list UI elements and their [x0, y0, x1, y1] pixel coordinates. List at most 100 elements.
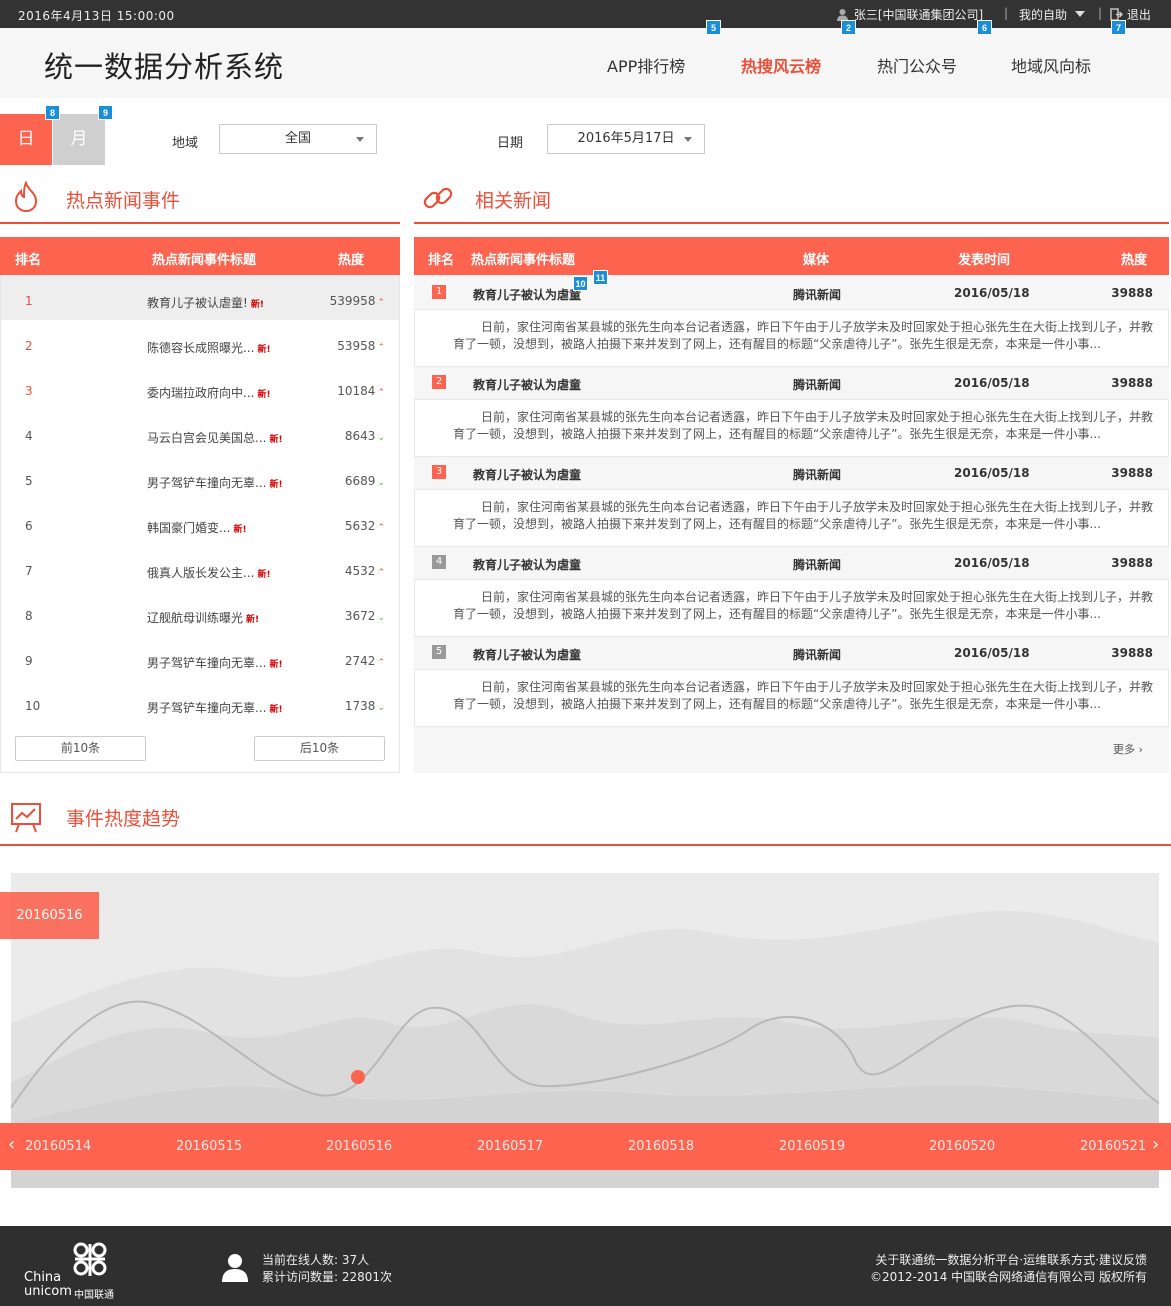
table-row[interactable]: 2 陈德容长成照曝光... 新! 53958 ⌃	[1, 320, 399, 365]
news-media: 腾讯新闻	[793, 558, 842, 572]
timeline-prev-button[interactable]: ‹	[8, 1134, 15, 1155]
title-cell[interactable]: 韩国豪门婚变... 新!	[147, 519, 247, 536]
timeline-date[interactable]: 20160514	[25, 1139, 91, 1154]
divider: |	[1098, 6, 1103, 20]
footer-link-list[interactable]: 关于联通统一数据分析平台·运维联系方式·建议反馈	[870, 1252, 1147, 1269]
app-title: 统一数据分析系统	[44, 50, 285, 84]
title-cell[interactable]: 辽舰航母训练曝光 新!	[147, 609, 259, 626]
help-label: 我的自助	[1019, 8, 1068, 22]
hot-events-table-header: 排名 热点新闻事件标题 热度	[0, 237, 400, 275]
date-value: 2016年5月17日	[577, 131, 675, 146]
news-row[interactable]: 4 教育儿子被认为虐童 腾讯新闻 2016/05/18 39888 日前，家住河南省某县城…	[414, 545, 1169, 637]
user-menu[interactable]: 张三[中国联通集团公司]	[836, 6, 983, 24]
table-row[interactable]: 10 男子驾铲车撞向无辜... 新! 1738 ⌄	[1, 680, 399, 725]
header: 统一数据分析系统 APP排行榜 热搜风云榜 热门公众号 地域风向标	[0, 28, 1171, 98]
timeline-date[interactable]: 20160518	[628, 1139, 694, 1154]
title-cell[interactable]: 男子驾铲车撞向无辜... 新!	[147, 699, 283, 716]
annotation-badge: 5	[706, 20, 721, 35]
user-name: 张三[中国联通集团公司]	[853, 8, 984, 22]
news-row[interactable]: 5 教育儿子被认为虐童 腾讯新闻 2016/05/18 39888 日前，家住河南省某县城…	[414, 635, 1169, 727]
logo-text-en: unicom	[24, 1284, 72, 1299]
title-text: 男子驾铲车撞向无辜...	[147, 476, 267, 490]
hot-events-title: 热点新闻事件	[66, 190, 181, 212]
title-cell[interactable]: 男子驾铲车撞向无辜... 新!	[147, 654, 283, 671]
tab-month[interactable]: 月	[53, 114, 105, 165]
unicom-logo: China unicom 中国联通	[22, 1238, 132, 1301]
timeline-date[interactable]: 20160516	[326, 1139, 392, 1154]
table-row[interactable]: 7 俄真人版长发公主... 新! 4532 ⌃	[1, 545, 399, 590]
title-cell[interactable]: 委内瑞拉政府向中... 新!	[147, 384, 271, 401]
news-heat: 39888	[1111, 646, 1153, 660]
table-row[interactable]: 6 韩国豪门婚变... 新! 5632 ⌃	[1, 500, 399, 545]
selected-point[interactable]	[351, 1070, 365, 1084]
tab-day[interactable]: 日	[0, 114, 52, 165]
logo-text-en: China	[24, 1270, 62, 1285]
title-cell[interactable]: 教育儿子被认虐童! 新!	[147, 294, 264, 311]
footer: China unicom 中国联通 当前在线人数: 37人 累计访问数量: 22…	[0, 1226, 1171, 1306]
table-row[interactable]: 5 男子驾铲车撞向无辜... 新! 6689 ⌄	[1, 455, 399, 500]
trend-down-icon: ⌄	[377, 478, 385, 488]
news-title[interactable]: 教育儿子被认为虐童	[473, 466, 581, 483]
region-select[interactable]: 全国	[219, 124, 377, 154]
nav-region-trend[interactable]: 地域风向标	[1011, 53, 1091, 77]
nav-hot-accounts[interactable]: 热门公众号	[877, 53, 957, 77]
table-row[interactable]: 3 委内瑞拉政府向中... 新! 10184 ⌃	[1, 365, 399, 410]
trend-up-icon: ⌃	[377, 523, 385, 533]
region-value: 全国	[284, 131, 311, 146]
related-news-table: 1 教育儿子被认为虐童 腾讯新闻 2016/05/18 39888 日前，家住河南省某县城…	[414, 275, 1169, 773]
nav-app-ranking[interactable]: APP排行榜	[607, 53, 685, 77]
table-row[interactable]: 1 教育儿子被认虐童! 新! 539958 ⌃	[1, 275, 399, 320]
nav-hot-search[interactable]: 热搜风云榜	[741, 53, 821, 77]
timeline-date[interactable]: 20160515	[176, 1139, 242, 1154]
news-title[interactable]: 教育儿子被认为虐童	[473, 646, 581, 663]
new-tag: 新!	[269, 660, 283, 670]
help-menu[interactable]: 我的自助	[1019, 6, 1085, 23]
heat-cell: 3672 ⌄	[345, 609, 385, 623]
fire-icon	[12, 180, 40, 216]
title-text: 俄真人版长发公主...	[147, 566, 255, 580]
rank-badge: 2	[432, 375, 446, 389]
title-cell[interactable]: 俄真人版长发公主... 新!	[147, 564, 271, 581]
table-row[interactable]: 9 男子驾铲车撞向无辜... 新! 2742 ⌃	[1, 635, 399, 680]
news-title[interactable]: 教育儿子被认为虐童	[473, 286, 581, 303]
timeline-date[interactable]: 20160520	[929, 1139, 995, 1154]
heat-cell: 4532 ⌃	[345, 564, 385, 578]
rank-badge: 3	[432, 465, 446, 479]
title-text: 韩国豪门婚变...	[147, 521, 231, 535]
more-link[interactable]: 更多 ›	[1113, 741, 1143, 757]
news-row[interactable]: 2 教育儿子被认为虐童 腾讯新闻 2016/05/18 39888 日前，家住河南省某县城…	[414, 365, 1169, 457]
annotation-badge: 11	[593, 270, 608, 285]
news-row-header: 2 教育儿子被认为虐童 腾讯新闻 2016/05/18 39888	[414, 365, 1169, 399]
annotation-badge: 2	[841, 20, 856, 35]
heat-cell: 8643 ⌄	[345, 429, 385, 443]
title-cell[interactable]: 马云白宫会见美国总... 新!	[147, 429, 283, 446]
visit-stats: 当前在线人数: 37人 累计访问数量: 22801次	[262, 1252, 392, 1286]
timeline-date[interactable]: 20160521	[1080, 1139, 1146, 1154]
user-icon	[220, 1252, 250, 1285]
rank-badge: 1	[432, 285, 446, 299]
table-row[interactable]: 4 马云白宫会见美国总... 新! 8643 ⌄	[1, 410, 399, 455]
trend-title: 事件热度趋势	[66, 808, 181, 830]
heat-value: 3672	[344, 609, 376, 623]
table-row[interactable]: 8 辽舰航母训练曝光 新! 3672 ⌄	[1, 590, 399, 635]
rank-cell: 6	[25, 519, 33, 533]
rank-cell: 2	[25, 339, 33, 353]
timeline-date[interactable]: 20160517	[477, 1139, 543, 1154]
news-heat: 39888	[1111, 376, 1153, 390]
title-text: 教育儿子被认虐童!	[147, 296, 248, 310]
date-select[interactable]: 2016年5月17日	[547, 124, 705, 154]
news-title[interactable]: 教育儿子被认为虐童	[473, 376, 581, 393]
title-cell[interactable]: 男子驾铲车撞向无辜... 新!	[147, 474, 283, 491]
news-row[interactable]: 1 教育儿子被认为虐童 腾讯新闻 2016/05/18 39888 日前，家住河南省某县城…	[414, 275, 1169, 367]
heat-value: 8643	[344, 429, 376, 443]
heat-value: 53958	[337, 339, 376, 353]
news-row[interactable]: 3 教育儿子被认为虐童 腾讯新闻 2016/05/18 39888 日前，家住河南省某县城…	[414, 455, 1169, 547]
news-title[interactable]: 教育儿子被认为虐童	[473, 556, 581, 573]
timeline-next-button[interactable]: ›	[1152, 1134, 1159, 1155]
next-page-button[interactable]: 后10条	[254, 736, 385, 761]
hot-events-table: 1 教育儿子被认虐童! 新! 539958 ⌃ 2 陈德容长成照曝光... 新! 53958 ⌃ 3…	[0, 275, 400, 773]
title-cell[interactable]: 陈德容长成照曝光... 新!	[147, 339, 271, 356]
prev-page-button[interactable]: 前10条	[15, 736, 146, 761]
timeline-date[interactable]: 20160519	[779, 1139, 845, 1154]
new-tag: 新!	[269, 480, 283, 490]
